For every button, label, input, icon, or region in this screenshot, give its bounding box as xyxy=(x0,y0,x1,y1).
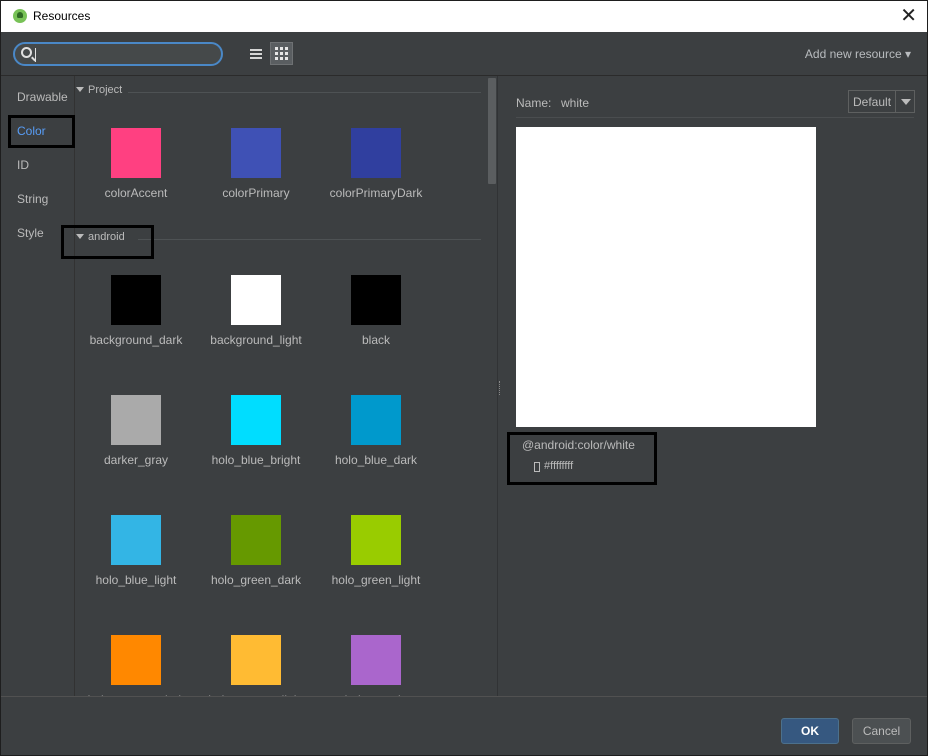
configuration-select[interactable]: Default xyxy=(848,90,915,113)
cancel-button[interactable]: Cancel xyxy=(852,718,911,744)
color-swatch xyxy=(111,635,161,685)
list-view-icon[interactable] xyxy=(246,44,266,64)
color-swatch xyxy=(351,395,401,445)
color-swatch xyxy=(351,275,401,325)
window-title: Resources xyxy=(33,9,91,23)
resource-cell[interactable]: holo_blue_bright xyxy=(196,395,316,505)
resource-name: holo_green_light xyxy=(331,573,421,587)
resource-name: darker_gray xyxy=(103,453,169,467)
color-swatch xyxy=(351,515,401,565)
color-swatch xyxy=(231,128,281,178)
color-swatch xyxy=(231,275,281,325)
sidebar-item-id[interactable]: ID xyxy=(17,158,29,172)
resource-name: holo_blue_bright xyxy=(211,453,301,467)
resource-name: holo_green_dark xyxy=(210,573,302,587)
close-icon[interactable]: ✕ xyxy=(900,4,917,26)
section-label: Project xyxy=(88,84,123,96)
name-label: Name: xyxy=(516,96,552,110)
resource-name: colorPrimaryDark xyxy=(329,186,423,200)
collapse-arrow-icon xyxy=(76,87,84,92)
grid-view-icon[interactable] xyxy=(270,42,293,65)
color-swatch xyxy=(351,635,401,685)
color-swatch xyxy=(231,395,281,445)
resource-cell[interactable]: colorPrimaryDark xyxy=(316,128,436,238)
resource-cell[interactable]: holo_orange_light xyxy=(196,635,316,696)
resources-dialog: Resources ✕ Add new resource ▾ Drawable … xyxy=(0,0,928,756)
resource-cell[interactable]: darker_gray xyxy=(76,395,196,505)
sidebar-item-style[interactable]: Style xyxy=(17,226,44,240)
highlight-box-reference xyxy=(507,432,657,485)
resource-name: black xyxy=(361,333,390,347)
title-bar: Resources ✕ xyxy=(1,1,927,32)
resource-name: holo_blue_light xyxy=(95,573,177,587)
resource-list: Project colorAccent colorPrimary colorPr… xyxy=(76,76,486,696)
section-header-project[interactable]: Project xyxy=(76,84,481,101)
resource-name: holo_blue_dark xyxy=(334,453,418,467)
text-caret xyxy=(35,48,36,62)
list-line xyxy=(250,57,262,59)
color-swatch xyxy=(111,395,161,445)
detail-divider xyxy=(516,117,914,118)
sidebar-item-string[interactable]: String xyxy=(17,192,48,206)
name-value: white xyxy=(561,96,590,110)
highlight-box-color xyxy=(8,115,75,148)
ok-button[interactable]: OK xyxy=(781,718,839,744)
search-input[interactable] xyxy=(39,45,219,63)
color-swatch xyxy=(351,128,401,178)
color-swatch xyxy=(111,515,161,565)
section-rule xyxy=(128,92,481,93)
color-swatch xyxy=(111,275,161,325)
list-line xyxy=(250,53,262,55)
search-field[interactable] xyxy=(13,42,223,66)
resource-cell[interactable]: holo_blue_light xyxy=(76,515,196,625)
select-separator xyxy=(895,91,896,112)
resource-name: colorAccent xyxy=(104,186,168,200)
list-line xyxy=(250,49,262,51)
resource-cell[interactable]: holo_orange_dark xyxy=(76,635,196,696)
search-icon xyxy=(21,47,32,58)
resource-detail-panel: Name: white Default @android:color/white… xyxy=(502,76,927,696)
resource-cell[interactable]: holo_green_light xyxy=(316,515,436,625)
android-studio-icon xyxy=(13,9,27,23)
resource-type-sidebar: Drawable Color ID String Style xyxy=(1,76,75,696)
color-preview xyxy=(516,127,816,427)
resource-cell[interactable]: background_light xyxy=(196,275,316,385)
footer-divider xyxy=(1,696,927,697)
sidebar-item-drawable[interactable]: Drawable xyxy=(17,90,68,104)
resource-cell[interactable]: background_dark xyxy=(76,275,196,385)
pane-splitter[interactable] xyxy=(497,76,498,696)
resource-cell[interactable]: colorAccent xyxy=(76,128,196,238)
resource-name: colorPrimary xyxy=(222,186,290,200)
highlight-box-android xyxy=(61,225,154,259)
scrollbar-thumb[interactable] xyxy=(488,78,496,184)
resource-name: background_light xyxy=(210,333,302,347)
resource-name: background_dark xyxy=(89,333,183,347)
dropdown-arrow-icon xyxy=(901,99,911,105)
resource-cell[interactable]: holo_green_dark xyxy=(196,515,316,625)
resource-cell[interactable]: black xyxy=(316,275,436,385)
section-rule xyxy=(138,239,481,240)
color-swatch xyxy=(231,515,281,565)
color-swatch xyxy=(231,635,281,685)
configuration-select-value: Default xyxy=(853,95,892,109)
add-new-resource-button[interactable]: Add new resource ▾ xyxy=(805,47,911,61)
color-swatch xyxy=(111,128,161,178)
resource-cell[interactable]: colorPrimary xyxy=(196,128,316,238)
resource-cell[interactable]: holo_purple xyxy=(316,635,436,696)
list-scrollbar[interactable] xyxy=(487,76,497,696)
resource-cell[interactable]: holo_blue_dark xyxy=(316,395,436,505)
